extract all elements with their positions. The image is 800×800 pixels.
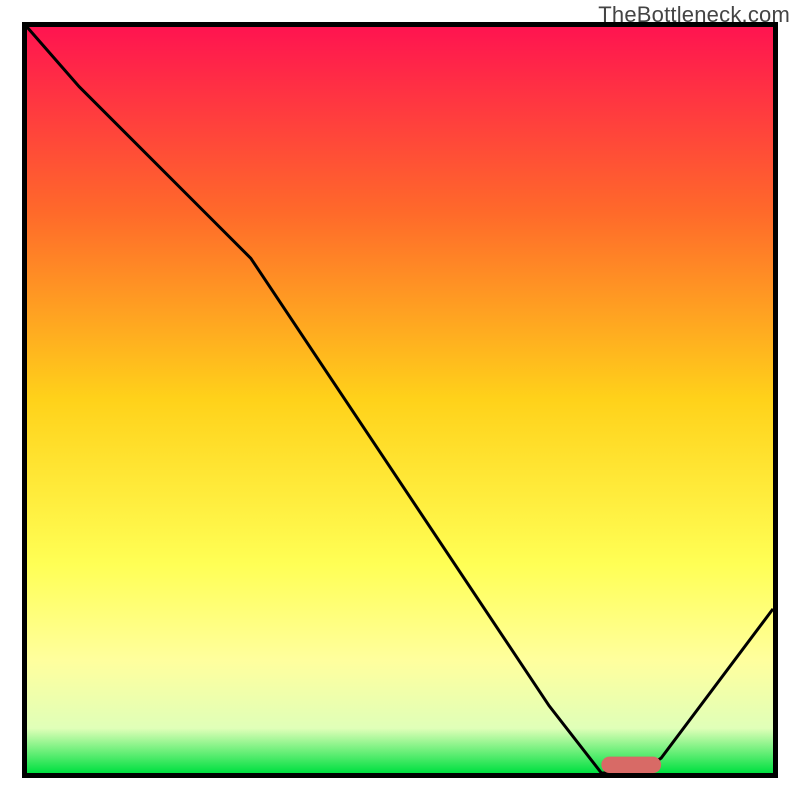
plot-background bbox=[27, 27, 773, 773]
chart-container: TheBottleneck.com bbox=[0, 0, 800, 800]
chart-svg bbox=[22, 22, 778, 778]
highlight-marker bbox=[601, 757, 661, 773]
